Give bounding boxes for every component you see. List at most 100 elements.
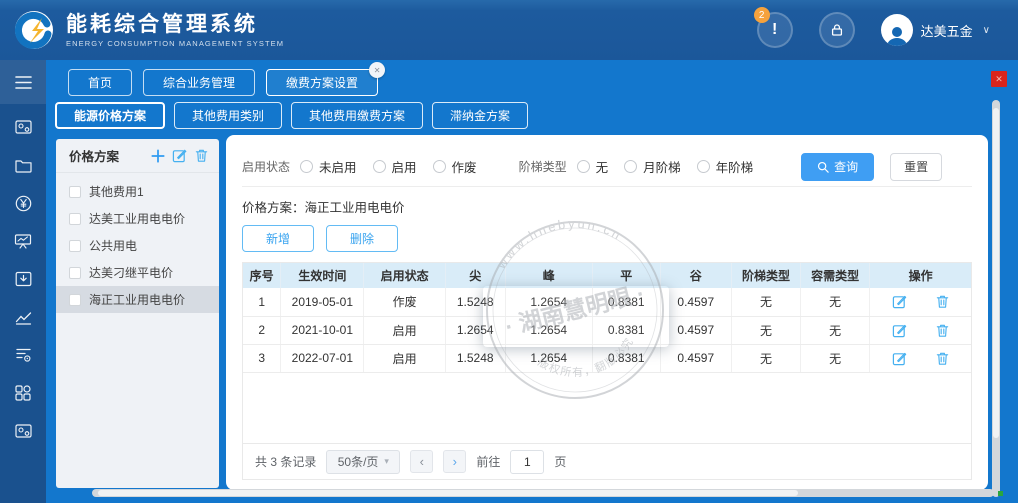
chevron-down-icon: ∨ — [983, 25, 990, 36]
download-folder-icon — [15, 271, 32, 287]
subtabs: 能源价格方案 其他费用类别 其他费用缴费方案 滞纳金方案 — [55, 102, 537, 129]
plan-checkbox[interactable] — [69, 213, 81, 225]
plan-checkbox[interactable] — [69, 186, 81, 198]
delete-row-icon[interactable] — [935, 351, 950, 366]
price-plan-list: 其他费用1 达美工业用电电价 公共用电 达美刁继平电价 海正工业用电电价 — [56, 173, 219, 313]
reset-button[interactable]: 重置 — [890, 153, 942, 181]
line-chart-icon — [15, 310, 32, 325]
col-peak: 峰 — [505, 263, 592, 288]
notification-badge: 2 — [754, 7, 770, 23]
col-sharp: 尖 — [445, 263, 505, 288]
edit-row-icon[interactable] — [892, 351, 907, 366]
table-row: 1 2019-05-01 作废 1.5248 1.2654 0.8381 0.4… — [243, 288, 971, 316]
user-menu[interactable]: 达美五金 ∨ — [881, 14, 990, 46]
user-card-gear-icon — [15, 119, 32, 135]
sidebar-item-currency[interactable] — [0, 184, 46, 222]
radio-enabled[interactable]: 启用 — [373, 157, 417, 176]
plan-item-other-fee-1[interactable]: 其他费用1 — [56, 178, 219, 205]
radio-icon[interactable] — [577, 160, 590, 173]
resize-corner-dot — [998, 491, 1003, 496]
sidebar-item-menu[interactable] — [0, 60, 46, 104]
table-header-row: 序号 生效时间 启用状态 尖 峰 平 谷 阶梯类型 容需类型 操作 — [243, 263, 971, 288]
folder-icon — [15, 158, 32, 173]
tab-home[interactable]: 首页 — [68, 69, 132, 96]
plan-checkbox[interactable] — [69, 294, 81, 306]
delete-plan-icon[interactable] — [194, 148, 209, 163]
username: 达美五金 — [921, 21, 973, 40]
delete-button[interactable]: 删除 — [326, 225, 398, 252]
app-title: 能耗综合管理系统 — [66, 13, 284, 37]
radio-icon[interactable] — [697, 160, 710, 173]
sidebar-item-download[interactable] — [0, 260, 46, 298]
sidebar-item-user-card-2[interactable] — [0, 412, 46, 450]
sidebar-item-apps[interactable] — [0, 374, 46, 412]
radio-icon[interactable] — [373, 160, 386, 173]
subtab-energy-price-plan[interactable]: 能源价格方案 — [55, 102, 165, 129]
breadcrumb-tabs: 首页 综合业务管理 缴费方案设置 ✕ — [68, 69, 389, 96]
delete-row-icon[interactable] — [935, 323, 950, 338]
close-page-button[interactable]: ✕ — [991, 71, 1007, 87]
edit-plan-icon[interactable] — [172, 148, 187, 163]
content-area: 首页 综合业务管理 缴费方案设置 ✕ ✕ 能源价格方案 其他费用类别 其他费用缴… — [46, 60, 1018, 503]
horizontal-scrollbar[interactable] — [92, 489, 994, 497]
radio-not-enabled[interactable]: 未启用 — [300, 157, 357, 176]
col-enable-status: 启用状态 — [364, 263, 446, 288]
subtab-late-fee-plan[interactable]: 滞纳金方案 — [432, 102, 528, 129]
radio-icon[interactable] — [624, 160, 637, 173]
plan-item-damei-industrial[interactable]: 达美工业用电电价 — [56, 205, 219, 232]
vertical-scrollbar-thumb[interactable] — [993, 108, 999, 438]
vertical-scrollbar[interactable] — [992, 100, 1000, 497]
price-plan-panel-header: 价格方案 — [56, 139, 219, 173]
radio-icon[interactable] — [433, 160, 446, 173]
sidebar-item-folder[interactable] — [0, 146, 46, 184]
plan-item-haizheng-industrial[interactable]: 海正工业用电电价 — [56, 286, 219, 313]
edit-row-icon[interactable] — [892, 323, 907, 338]
next-page-button[interactable]: › — [443, 450, 466, 473]
goto-page-input[interactable] — [510, 450, 544, 474]
avatar — [881, 14, 913, 46]
price-plan-tools — [151, 148, 209, 163]
plan-info-value: 海正工业用电电价 — [305, 201, 405, 215]
presentation-chart-icon — [14, 233, 32, 249]
notification-button[interactable]: ! 2 — [757, 12, 793, 48]
plan-info-label: 价格方案： — [242, 201, 305, 215]
sidebar-item-user-card[interactable] — [0, 108, 46, 146]
plan-checkbox[interactable] — [69, 267, 81, 279]
radio-icon[interactable] — [300, 160, 313, 173]
ladder-type-label: 阶梯类型 — [519, 158, 567, 175]
lock-button[interactable] — [819, 12, 855, 48]
prev-page-button[interactable]: ‹ — [410, 450, 433, 473]
menu-icon — [15, 75, 32, 90]
radio-ladder-year[interactable]: 年阶梯 — [697, 157, 754, 176]
query-button[interactable]: 查询 — [801, 153, 874, 181]
goto-label: 前往 — [476, 453, 500, 470]
exclamation-icon: ! — [772, 21, 777, 39]
radio-voided[interactable]: 作废 — [433, 157, 477, 176]
tab-business[interactable]: 综合业务管理 — [143, 69, 255, 96]
main-panel: 启用状态 未启用 启用 作废 阶梯类型 无 — [226, 135, 988, 490]
subtab-other-fee-payment-plan[interactable]: 其他费用缴费方案 — [291, 102, 423, 129]
tab-payment-plan-settings[interactable]: 缴费方案设置 ✕ — [266, 69, 378, 96]
add-button[interactable]: 新增 — [242, 225, 314, 252]
horizontal-scrollbar-thumb[interactable] — [98, 490, 798, 496]
subtab-other-fee-category[interactable]: 其他费用类别 — [174, 102, 282, 129]
plan-item-damei-diaojiping[interactable]: 达美刁继平电价 — [56, 259, 219, 286]
plan-checkbox[interactable] — [69, 240, 81, 252]
selected-plan-info: 价格方案：海正工业用电电价 — [242, 197, 972, 216]
sidebar-item-report-settings[interactable] — [0, 336, 46, 374]
add-plan-icon[interactable] — [151, 149, 165, 163]
sidebar-item-analytics[interactable] — [0, 298, 46, 336]
col-flat: 平 — [592, 263, 660, 288]
plan-item-public-power[interactable]: 公共用电 — [56, 232, 219, 259]
page-size-select[interactable]: 50条/页 ▾ — [326, 450, 400, 474]
delete-row-icon[interactable] — [935, 294, 950, 309]
app-subtitle: ENERGY CONSUMPTION MANAGEMENT SYSTEM — [66, 39, 284, 48]
radio-ladder-none[interactable]: 无 — [577, 157, 609, 176]
edit-row-icon[interactable] — [892, 294, 907, 309]
col-capacity-type: 容需类型 — [801, 263, 870, 288]
sidebar-item-monitor[interactable] — [0, 222, 46, 260]
tab-close-icon[interactable]: ✕ — [369, 62, 385, 78]
app-logo-icon — [14, 10, 54, 50]
table-row: 2 2021-10-01 启用 1.2654 1.2654 0.8381 0.4… — [243, 316, 971, 344]
radio-ladder-month[interactable]: 月阶梯 — [624, 157, 681, 176]
